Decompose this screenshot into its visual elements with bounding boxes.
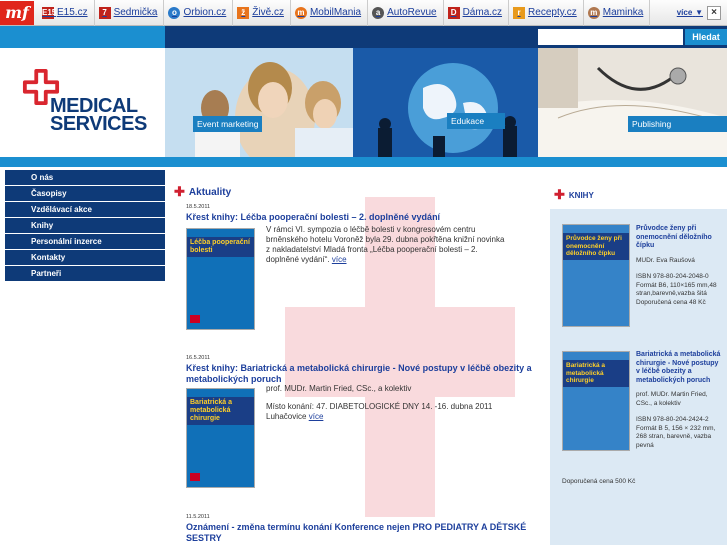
news-heading-label: Aktuality xyxy=(188,186,232,198)
book-info: Průvodce ženy při onemocnění děložního č… xyxy=(636,225,722,307)
book-author: prof. MUDr. Martin Fried, CSc., a kolekt… xyxy=(636,391,708,407)
book-details: ISBN 978-80-204-2048-0 Formát B6, 110×16… xyxy=(636,273,717,297)
chevron-down-icon: ▼ xyxy=(695,8,703,17)
sedmicka-icon: 7 xyxy=(98,6,111,19)
toolbar-link-label: Orbion.cz xyxy=(183,7,227,18)
toolbar-link-recepty[interactable]: r Recepty.cz xyxy=(509,0,584,26)
more-link[interactable]: více xyxy=(309,412,324,421)
mf-logo[interactable]: mf xyxy=(0,0,34,25)
header-left-strip xyxy=(0,26,165,48)
article-text-body: Místo konání: 47. DIABETOLOGICKÉ DNY 14.… xyxy=(266,402,493,421)
article-date: 16.5.2011 xyxy=(186,355,211,361)
books-heading-label: KNIHY xyxy=(568,190,594,200)
news-heading: ✚ Aktuality xyxy=(174,184,231,200)
stethoscope-book-photo xyxy=(538,48,727,157)
banner-label: Publishing xyxy=(628,116,727,132)
article-date: 11.5.2011 xyxy=(186,514,210,520)
book-cover[interactable]: Bariatrická a metabolická chirurgie xyxy=(562,351,630,451)
toolbar-link-sedmicka[interactable]: 7 Sedmička xyxy=(95,0,165,26)
nav-item-personalni-inzerce[interactable]: Personální inzerce xyxy=(5,234,165,250)
close-icon[interactable]: × xyxy=(707,5,721,20)
book-details: ISBN 978-80-204-2424-2 Formát B 5, 156 ×… xyxy=(636,416,716,449)
banner-publishing[interactable]: Publishing xyxy=(538,48,727,157)
toolbar-link-label: Recepty.cz xyxy=(528,7,577,18)
nav-item-o-nas[interactable]: O nás xyxy=(5,170,165,186)
toolbar-link-e15[interactable]: E15 E15.cz xyxy=(38,0,95,26)
article-title-link[interactable]: Křest knihy: Bariatrická a metabolická c… xyxy=(186,363,536,384)
toolbar-link-label: Maminka xyxy=(602,7,644,18)
plus-icon: ✚ xyxy=(174,184,185,199)
books-heading: ✚ KNIHY xyxy=(554,187,594,203)
publisher-logo xyxy=(190,315,200,323)
book-title-link[interactable]: Průvodce ženy při onemocnění děložního č… xyxy=(636,225,722,251)
portal-toolbar: mf E15 E15.cz 7 Sedmička o Orbion.cz ž Živě.… xyxy=(0,0,727,26)
nav-item-partneri[interactable]: Partneři xyxy=(5,266,165,282)
article-text-body: V rámci VI. sympozia o léčbě bolesti v k… xyxy=(266,225,505,264)
book-title-link[interactable]: Bariatrická a metabolická chirurgie - No… xyxy=(636,351,722,385)
e15-icon: E15 xyxy=(42,6,57,19)
article-text: V rámci VI. sympozia o léčbě bolesti v k… xyxy=(266,225,506,265)
search-input[interactable] xyxy=(538,29,683,45)
autorevue-icon: a xyxy=(372,6,385,19)
banner-event-marketing[interactable]: Event marketing xyxy=(165,48,353,157)
recepty-icon: r xyxy=(513,6,526,19)
toolbar-link-label: Sedmička xyxy=(113,7,158,18)
nav-item-vzdelavaci-akce[interactable]: Vzdělávací akce xyxy=(5,202,165,218)
toolbar-link-mobilmania[interactable]: m MobilMania xyxy=(291,0,369,26)
toolbar-link-label: E15.cz xyxy=(57,7,88,18)
book-info: Bariatrická a metabolická chirurgie - No… xyxy=(636,351,722,450)
books-panel: Průvodce ženy při onemocnění děložního č… xyxy=(550,209,727,545)
article-author: prof. MUDr. Martin Fried, CSc., a kolekt… xyxy=(266,384,412,393)
toolbar-link-orbion[interactable]: o Orbion.cz xyxy=(164,0,234,26)
toolbar-link-label: AutoRevue xyxy=(387,7,437,18)
toolbar-link-autorevue[interactable]: a AutoRevue xyxy=(368,0,444,26)
globe-photo xyxy=(353,48,538,157)
banner-label: Edukace xyxy=(447,113,505,129)
article-text: Místo konání: 47. DIABETOLOGICKÉ DNY 14.… xyxy=(266,402,506,422)
dama-icon: D xyxy=(447,6,460,19)
more-link[interactable]: více ▼ xyxy=(677,7,707,18)
mobilmania-icon: m xyxy=(294,6,307,19)
search-button[interactable]: Hledat xyxy=(685,29,727,45)
maminka-icon: m xyxy=(587,6,600,19)
orbion-icon: o xyxy=(168,6,181,19)
book-cover-title: Bariatrická a metabolická chirurgie xyxy=(187,397,254,425)
article-book-cover[interactable]: Bariatrická a metabolická chirurgie xyxy=(186,388,255,488)
book-cover-title: Léčba pooperační bolesti xyxy=(187,237,254,257)
article-title-link[interactable]: Křest knihy: Léčba pooperační bolesti – … xyxy=(186,212,536,223)
banner-edukace[interactable]: Edukace xyxy=(353,48,538,157)
article-title-link[interactable]: Oznámení - změna termínu konání Konferen… xyxy=(186,522,536,543)
toolbar-link-maminka[interactable]: m Maminka xyxy=(584,0,651,26)
article-book-cover[interactable]: Léčba pooperační bolesti xyxy=(186,228,255,330)
nav-item-knihy[interactable]: Knihy xyxy=(5,218,165,234)
toolbar-link-label: Živě.cz xyxy=(252,7,284,18)
search-bar: Hledat xyxy=(165,26,727,48)
toolbar-link-zive[interactable]: ž Živě.cz xyxy=(233,0,291,26)
more-link[interactable]: více xyxy=(332,255,347,264)
news-section: ✚ Aktuality 18.5.2011 Křest knihy: Léčba … xyxy=(165,167,545,545)
books-sidebar: ✚ KNIHY Průvodce ženy při onemocnění dělo… xyxy=(545,167,727,545)
header-divider xyxy=(0,157,727,167)
book-cover-title: Bariatrická a metabolická chirurgie xyxy=(563,360,629,387)
event-photo xyxy=(165,48,353,157)
book-author: MUDr. Eva Raušová xyxy=(636,256,695,264)
nav-item-casopisy[interactable]: Časopisy xyxy=(5,186,165,202)
publisher-logo xyxy=(190,473,200,481)
site-logo[interactable]: MEDICAL SERVICES xyxy=(0,48,165,157)
plus-icon: ✚ xyxy=(554,187,565,202)
toolbar-link-label: MobilMania xyxy=(309,7,362,18)
book-price: Doporučená cena 500 Kč xyxy=(562,478,636,485)
book-cover-title: Průvodce ženy při onemocnění děložního č… xyxy=(563,233,629,260)
nav-item-kontakty[interactable]: Kontakty xyxy=(5,250,165,266)
book-price: Doporučená cena 48 Kč xyxy=(636,298,706,306)
toolbar-link-dama[interactable]: D Dáma.cz xyxy=(444,0,510,26)
article-date: 18.5.2011 xyxy=(186,204,211,210)
book-cover[interactable]: Průvodce ženy při onemocnění děložního č… xyxy=(562,224,630,327)
more-label: více xyxy=(676,8,693,17)
banner-label: Event marketing xyxy=(193,116,263,132)
main-navigation: O nás Časopisy Vzdělávací akce Knihy Per… xyxy=(5,170,165,282)
logo-line-2: SERVICES xyxy=(50,113,147,135)
toolbar-link-label: Dáma.cz xyxy=(462,7,503,18)
zive-icon: ž xyxy=(237,6,250,19)
